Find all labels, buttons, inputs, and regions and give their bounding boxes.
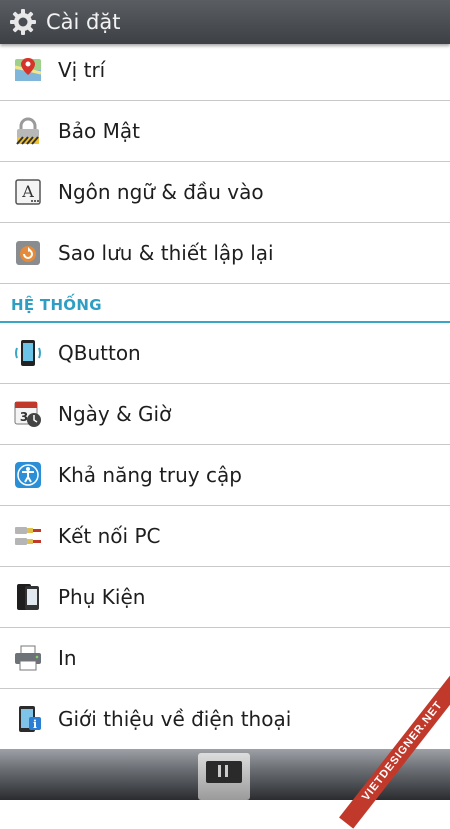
svg-text:A: A: [21, 182, 34, 201]
settings-item-location[interactable]: Vị trí: [0, 40, 450, 101]
svg-text:3: 3: [20, 410, 28, 424]
settings-item-backup[interactable]: Sao lưu & thiết lập lại: [0, 223, 450, 284]
settings-item-label: Phụ Kiện: [58, 585, 146, 609]
usb-connector-icon: [198, 753, 250, 800]
phone-info-icon: i: [12, 703, 44, 735]
backup-reset-icon: [12, 237, 44, 269]
settings-item-label: Ngày & Giờ: [58, 402, 172, 426]
settings-item-label: Bảo Mật: [58, 119, 140, 143]
map-pin-icon: [12, 54, 44, 86]
printer-icon: [12, 642, 44, 674]
gear-icon: [6, 5, 40, 39]
settings-item-qbutton[interactable]: QButton: [0, 323, 450, 384]
settings-item-label: Khả năng truy cập: [58, 463, 242, 487]
language-icon: A: [12, 176, 44, 208]
lock-icon: [12, 115, 44, 147]
title-bar: Cài đặt: [0, 0, 450, 44]
section-label: HỆ THỐNG: [11, 296, 102, 314]
settings-item-label: QButton: [58, 341, 141, 365]
settings-item-label: Vị trí: [58, 58, 106, 82]
accessibility-icon: [12, 459, 44, 491]
settings-item-datetime[interactable]: 3 Ngày & Giờ: [0, 384, 450, 445]
settings-item-label: Giới thiệu về điện thoại: [58, 707, 292, 731]
settings-item-language[interactable]: A Ngôn ngữ & đầu vào: [0, 162, 450, 223]
settings-item-security[interactable]: Bảo Mật: [0, 101, 450, 162]
settings-item-about-phone[interactable]: i Giới thiệu về điện thoại: [0, 689, 450, 750]
section-header-system: HỆ THỐNG: [0, 284, 450, 323]
settings-item-accessories[interactable]: Phụ Kiện: [0, 567, 450, 628]
page-title: Cài đặt: [46, 10, 121, 34]
settings-item-print[interactable]: In: [0, 628, 450, 689]
calendar-clock-icon: 3: [12, 398, 44, 430]
settings-item-label: Ngôn ngữ & đầu vào: [58, 180, 264, 204]
settings-item-label: Kết nối PC: [58, 524, 161, 548]
settings-item-accessibility[interactable]: Khả năng truy cập: [0, 445, 450, 506]
settings-list: Vị trí Bảo Mật A Ngôn ngữ & đầu vào Sao …: [0, 40, 450, 750]
qbutton-icon: [12, 337, 44, 369]
settings-item-label: Sao lưu & thiết lập lại: [58, 241, 274, 265]
svg-text:i: i: [33, 718, 37, 731]
settings-item-pc-connection[interactable]: Kết nối PC: [0, 506, 450, 567]
settings-item-label: In: [58, 646, 77, 670]
cable-connector-icon: [12, 520, 44, 552]
phone-accessory-icon: [12, 581, 44, 613]
